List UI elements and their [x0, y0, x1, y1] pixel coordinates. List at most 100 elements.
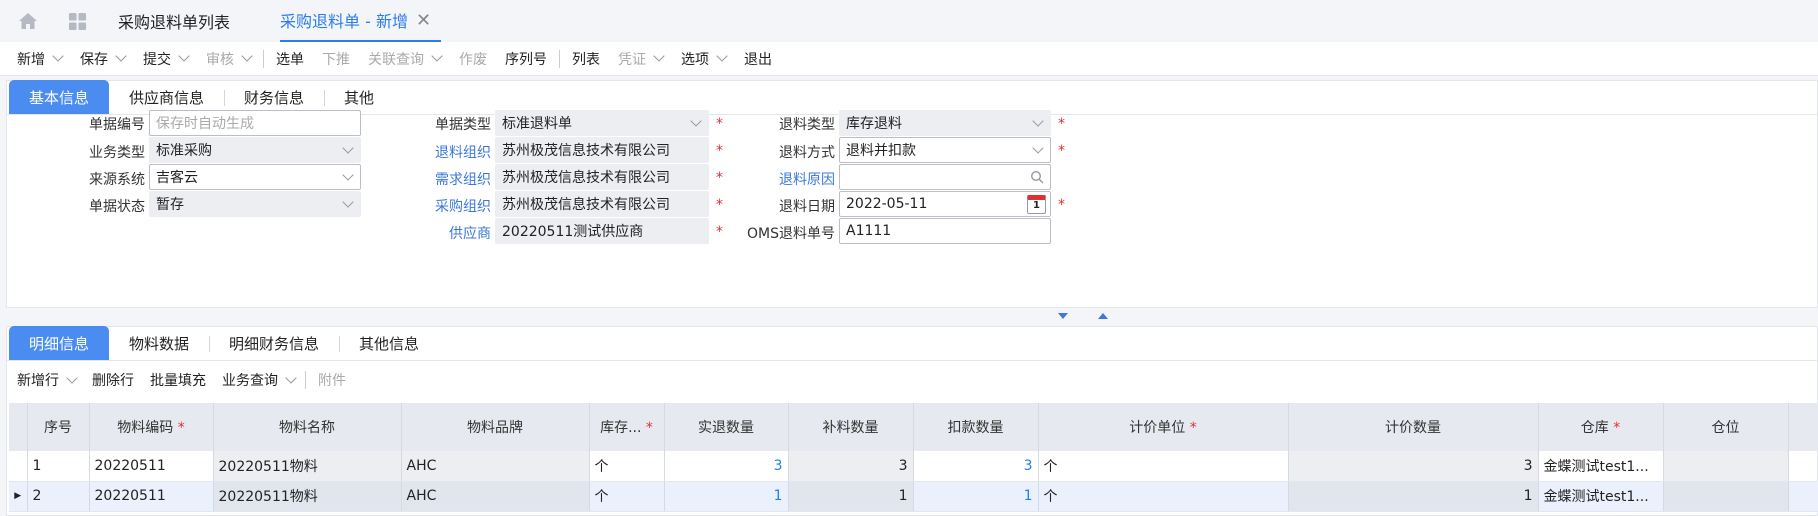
toolbar-button-1[interactable]: 保存: [80, 49, 127, 69]
demand-org-field[interactable]: 苏州极茂信息技术有限公司: [495, 164, 709, 190]
column-header[interactable]: 库存... *: [589, 403, 665, 451]
toolbar-button-0[interactable]: 新增: [17, 49, 64, 69]
column-header[interactable]: 物料名称: [213, 403, 402, 451]
app-grid-icon[interactable]: [68, 12, 87, 31]
return-qty-cell[interactable]: 3: [664, 451, 789, 482]
warehouse-cell[interactable]: 金蝶测试test1...: [1538, 481, 1664, 512]
detail_tabs-tab-3[interactable]: 其他信息: [339, 326, 439, 360]
material-code-cell[interactable]: 20220511: [89, 481, 214, 512]
toolbar-button-7: 关联查询: [368, 49, 443, 69]
return-method-select[interactable]: 退料并扣款: [839, 137, 1051, 163]
return-reason-input[interactable]: [839, 164, 1051, 190]
detail_tabs-tab-1[interactable]: 物料数据: [109, 326, 209, 360]
chevron-down-icon: [342, 169, 354, 181]
column-header[interactable]: 仓库 *: [1538, 403, 1664, 451]
chevron-down-icon[interactable]: [716, 50, 728, 62]
bill-type-select[interactable]: 标准退料单: [495, 110, 709, 136]
required-mark: *: [1058, 143, 1065, 159]
price-unit-cell[interactable]: 个: [1038, 481, 1289, 512]
collapse-down-icon[interactable]: [1058, 313, 1068, 319]
chevron-down-icon[interactable]: [431, 50, 443, 62]
bill-no-label: 单据编号: [89, 117, 145, 133]
column-header[interactable]: 序号: [27, 403, 90, 451]
detail_toolbar-button-2[interactable]: 批量填充: [150, 370, 206, 390]
toolbar-separator: [559, 49, 560, 68]
detail_toolbar-button-3[interactable]: 业务查询: [222, 370, 297, 390]
return-date-label: 退料日期: [779, 199, 835, 215]
material-code-cell[interactable]: 20220511: [89, 451, 214, 482]
price-unit-cell[interactable]: 个: [1038, 451, 1289, 482]
column-header[interactable]: 计价数量: [1288, 403, 1539, 451]
toolbar-button-13[interactable]: 选项: [681, 49, 728, 69]
return-org-field[interactable]: 苏州极茂信息技术有限公司: [495, 137, 709, 163]
search-icon[interactable]: [1030, 170, 1044, 184]
stock-unit-cell[interactable]: 个: [589, 451, 665, 482]
deduct-qty-cell[interactable]: 1: [913, 481, 1039, 512]
chevron-down-icon[interactable]: [241, 50, 253, 62]
header_tabs-tab-0[interactable]: 基本信息: [9, 80, 110, 114]
purchase-org-field[interactable]: 苏州极茂信息技术有限公司: [495, 191, 709, 217]
deduct-qty-cell[interactable]: 3: [913, 451, 1039, 482]
calendar-icon[interactable]: 1: [1027, 195, 1046, 214]
required-mark: *: [716, 170, 723, 186]
location-cell[interactable]: [1663, 481, 1789, 512]
header_tabs-tab-1[interactable]: 供应商信息: [109, 80, 224, 114]
header_tabs-tab-2[interactable]: 财务信息: [224, 80, 324, 114]
biz-type-select[interactable]: 标准采购: [149, 137, 361, 163]
close-icon[interactable]: ✕: [416, 10, 431, 31]
button-label: 新增: [17, 51, 45, 68]
chevron-down-icon[interactable]: [285, 371, 297, 384]
source-sys-select[interactable]: 吉客云: [149, 164, 361, 190]
column-header[interactable]: [9, 403, 28, 451]
column-header[interactable]: 物料编码 *: [89, 403, 214, 451]
panel-splitter[interactable]: [0, 310, 1818, 324]
tab-return-list[interactable]: 采购退料单列表: [118, 0, 230, 42]
detail_toolbar-button-0[interactable]: 新增行: [17, 370, 78, 390]
oms-no-input[interactable]: A1111: [839, 218, 1051, 244]
return-qty-cell[interactable]: 1: [664, 481, 789, 512]
toolbar-button-5[interactable]: 选单: [276, 49, 304, 69]
toolbar-button-14[interactable]: 退出: [744, 49, 772, 69]
return-reason-label[interactable]: 退料原因: [727, 169, 835, 189]
purchase-org-label[interactable]: 采购组织: [407, 196, 491, 216]
column-header[interactable]: 实退数量: [664, 403, 789, 451]
chevron-down-icon[interactable]: [653, 50, 665, 62]
column-header[interactable]: 扣款数量: [913, 403, 1039, 451]
supplier-label[interactable]: 供应商: [407, 223, 491, 243]
bill-status-select[interactable]: 暂存: [149, 191, 361, 217]
toolbar-button-11[interactable]: 列表: [572, 49, 600, 69]
return-org-label[interactable]: 退料组织: [407, 142, 491, 162]
column-header[interactable]: 仓位: [1663, 403, 1789, 451]
button-label: 凭证: [618, 51, 646, 68]
column-header[interactable]: 计价单位 *: [1038, 403, 1289, 451]
return-type-select[interactable]: 库存退料: [839, 110, 1051, 136]
chevron-down-icon[interactable]: [178, 50, 190, 62]
stock-unit-cell[interactable]: 个: [589, 481, 665, 512]
table-row[interactable]: ▶ 2 20220511 20220511物料 AHC 个 1 1 1 个 1 金蝶测试test1..…: [9, 481, 1818, 512]
chevron-down-icon[interactable]: [115, 50, 127, 62]
column-header[interactable]: 物料品牌: [401, 403, 590, 451]
button-label: 关联查询: [368, 51, 424, 68]
tab-return-new[interactable]: 采购退料单 - 新增 ✕: [280, 0, 442, 42]
supply-qty-cell: 1: [788, 481, 914, 512]
detail_toolbar-button-1[interactable]: 删除行: [92, 370, 134, 390]
collapse-up-icon[interactable]: [1098, 313, 1108, 319]
column-header[interactable]: 补料数量: [788, 403, 914, 451]
toolbar-button-9[interactable]: 序列号: [505, 49, 547, 69]
detail_tabs-tab-2[interactable]: 明细财务信息: [209, 326, 339, 360]
detail_tabs-tab-0[interactable]: 明细信息: [9, 326, 110, 360]
header_tabs-tab-3[interactable]: 其他: [324, 80, 394, 114]
toolbar-button-2[interactable]: 提交: [143, 49, 190, 69]
column-header[interactable]: [1788, 403, 1818, 451]
supplier-field[interactable]: 20220511测试供应商: [495, 218, 709, 244]
return-date-input[interactable]: 2022-05-11 1: [839, 191, 1051, 217]
bill-no-input[interactable]: 保存时自动生成: [149, 110, 361, 136]
chevron-down-icon[interactable]: [52, 50, 64, 62]
demand-org-label[interactable]: 需求组织: [407, 169, 491, 189]
location-cell[interactable]: [1663, 451, 1789, 482]
home-icon[interactable]: [18, 11, 38, 31]
chevron-down-icon[interactable]: [66, 371, 78, 384]
warehouse-cell[interactable]: 金蝶测试test1...: [1538, 451, 1664, 482]
button-label: 作废: [459, 51, 487, 68]
table-row[interactable]: 1 20220511 20220511物料 AHC 个 3 3 3 个 3 金蝶测试test1...: [9, 451, 1818, 482]
